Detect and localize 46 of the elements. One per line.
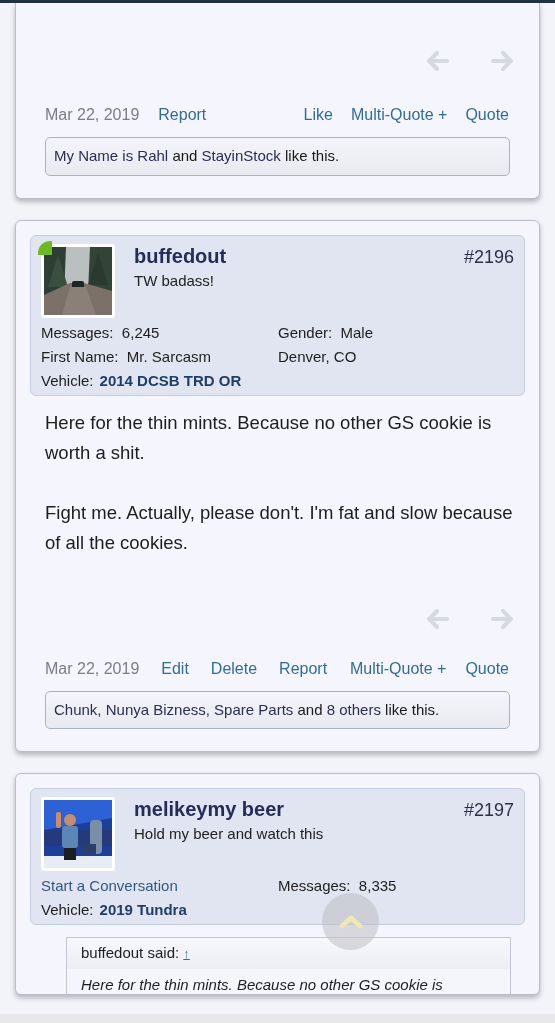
likes-bar: My Name is Rahl and StayinStock like this.: [45, 137, 510, 176]
action-link[interactable]: Delete: [210, 656, 258, 681]
user-link[interactable]: My Name is Rahl: [54, 147, 169, 164]
conversation-link[interactable]: Start a Conversation: [41, 877, 178, 894]
post-date: Mar 22, 2019: [45, 105, 140, 125]
post-date: Mar 22, 2019: [45, 658, 140, 679]
post-number-link[interactable]: #2196: [463, 243, 514, 271]
vehicle-link[interactable]: 2019 Tundra: [99, 901, 187, 918]
stat-text: Messages: 8,335: [278, 877, 397, 894]
user-link[interactable]: Chunk,: [54, 700, 102, 718]
username-link[interactable]: buffedout: [134, 243, 227, 268]
action-link[interactable]: Quote: [465, 656, 509, 681]
stat-text: Denver, CO: [278, 347, 357, 365]
action-link[interactable]: Multi-Quote +: [349, 656, 447, 681]
vehicle-link[interactable]: 2014 DCSB TRD OR: [99, 371, 242, 389]
quote-author: buffedout said:: [81, 944, 180, 961]
username-link[interactable]: melikeymy beer: [134, 797, 285, 821]
action-link[interactable]: Report: [158, 103, 207, 127]
jump-link[interactable]: ↑: [183, 946, 190, 961]
scroll-top-button[interactable]: [322, 893, 379, 950]
user-link[interactable]: StayinStock: [201, 147, 281, 164]
arrow-right-icon[interactable]: [491, 51, 513, 71]
arrow-right-icon[interactable]: [491, 608, 513, 629]
action-link[interactable]: Report: [279, 656, 328, 681]
user-link[interactable]: Spare Parts: [214, 700, 294, 718]
chevron-up-icon: [338, 914, 363, 929]
post-text: Here for the thin mints. Because no other GS cookie is worth a shit.: [45, 410, 493, 465]
action-link[interactable]: Multi-Quote +: [350, 103, 448, 127]
arrow-left-icon[interactable]: [427, 608, 449, 629]
user-link[interactable]: 8 others: [326, 700, 381, 718]
post-text: Fight me. Actually, please don't. I'm fat and slow because of all the cookies.: [45, 500, 514, 555]
user-title: Hold my beer and watch this: [134, 824, 325, 844]
action-link[interactable]: Quote: [465, 103, 509, 127]
user-link[interactable]: Nunya Bizness,: [105, 700, 210, 718]
user-title: TW badass!: [134, 270, 216, 291]
stat-text: First Name: Mr. Sarcasm: [41, 347, 212, 365]
stat-label: Vehicle:: [41, 901, 94, 918]
stat-text: Gender: Male: [278, 323, 374, 341]
likes-bar: Chunk, Nunya Bizness, Spare Parts and 8 others like this.: [45, 690, 510, 729]
arrow-left-icon[interactable]: [427, 51, 449, 71]
action-link[interactable]: Edit: [161, 656, 189, 681]
post-number-link[interactable]: #2197: [463, 797, 514, 824]
action-link[interactable]: Like: [303, 103, 333, 127]
quote-text: Here for the thin mints. Because no other GS cookie is: [81, 976, 443, 993]
stat-text: Messages: 6,245: [41, 323, 160, 341]
stat-label: Vehicle:: [41, 371, 94, 389]
